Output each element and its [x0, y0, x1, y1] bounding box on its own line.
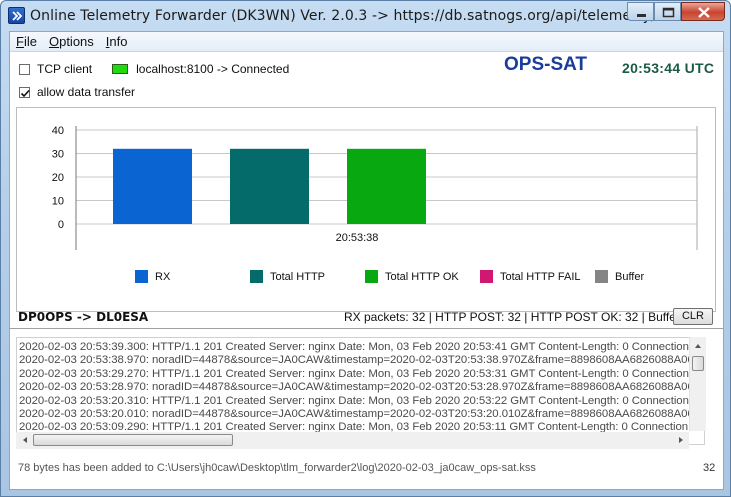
legend-item: Total HTTP OK: [365, 270, 459, 283]
utc-clock: 20:53:44 UTC: [622, 60, 715, 76]
y-tick-label: 30: [52, 149, 64, 161]
allow-transfer-row: allow data transfer: [19, 85, 135, 99]
title-bar[interactable]: Online Telemetry Forwarder (DK3WN) Ver. …: [1, 1, 731, 31]
scroll-right-icon[interactable]: [676, 435, 686, 445]
menu-info-rest: nfo: [109, 34, 128, 49]
legend-item: Total HTTP FAIL: [480, 270, 581, 283]
legend-label: RX: [155, 270, 171, 283]
allow-transfer-label: allow data transfer: [37, 85, 136, 99]
client-area: File Options Info TCP client localhost:8…: [9, 31, 724, 490]
satellite-name: OPS-SAT: [504, 54, 588, 75]
log-horizontal-scrollbar[interactable]: [16, 432, 689, 449]
app-window: Online Telemetry Forwarder (DK3WN) Ver. …: [0, 0, 731, 497]
log-vertical-scroll-thumb[interactable]: [692, 356, 704, 371]
legend-label: Buffer: [615, 270, 645, 283]
log-line: 2020-02-03 20:53:38.970: noradID=44878&s…: [19, 354, 705, 367]
tcp-client-checkbox[interactable]: [19, 63, 30, 75]
divider: [10, 328, 723, 329]
allow-transfer-checkbox[interactable]: [19, 86, 30, 98]
menu-options-rest: ptions: [59, 34, 94, 49]
connection-status-indicator: [112, 64, 129, 74]
y-tick-label: 0: [58, 219, 64, 231]
menu-options-accel: O: [48, 34, 60, 49]
y-tick-label: 20: [52, 172, 64, 184]
legend-swatch: [365, 270, 378, 283]
legend-swatch: [595, 270, 608, 283]
maximize-button[interactable]: [654, 2, 681, 21]
menu-bar: File Options Info: [10, 32, 723, 52]
log-horizontal-scroll-thumb[interactable]: [33, 434, 233, 446]
legend-label: Total HTTP FAIL: [500, 270, 581, 283]
log-view[interactable]: 2020-02-03 20:53:39.300: HTTP/1.1 201 Cr…: [16, 337, 705, 445]
menu-file-rest: ile: [23, 34, 37, 49]
packet-stats: RX packets: 32 | HTTP POST: 32 | HTTP PO…: [344, 310, 694, 324]
chart-legend: RX Total HTTP Total HTTP OK Total HTTP FAIL…: [135, 270, 695, 286]
clear-button[interactable]: CLR: [673, 308, 713, 325]
log-line: 2020-02-03 20:53:28.970: noradID=44878&s…: [19, 381, 705, 394]
packet-bar-chart: 0 10 20 30 40 20:53:38: [52, 125, 698, 250]
legend-swatch: [250, 270, 263, 283]
minimize-button[interactable]: [627, 2, 654, 21]
close-button[interactable]: [681, 2, 725, 21]
legend-label: Total HTTP: [270, 270, 326, 283]
route-label: DP0OPS -> DL0ESA: [18, 310, 149, 324]
log-line: 2020-02-03 20:53:39.300: HTTP/1.1 201 Cr…: [19, 341, 705, 353]
menu-file[interactable]: File: [14, 34, 43, 49]
bar-total-http-ok: [347, 148, 426, 224]
log-line: 2020-02-03 20:53:20.310: HTTP/1.1 201 Cr…: [19, 394, 705, 407]
log-vertical-scrollbar[interactable]: [689, 337, 706, 431]
scroll-up-icon[interactable]: [693, 341, 703, 351]
log-line: 2020-02-03 20:53:29.270: HTTP/1.1 201 Cr…: [19, 367, 705, 380]
y-tick-label: 10: [52, 196, 64, 208]
checkmark-icon: [20, 89, 30, 97]
window-controls: [627, 2, 725, 22]
status-message: 78 bytes has been added to C:\Users\jh0c…: [18, 462, 536, 474]
legend-item: Total HTTP: [250, 270, 325, 283]
menu-file-accel: F: [16, 34, 24, 49]
bar-total-http: [230, 148, 309, 224]
menu-info[interactable]: Info: [104, 34, 134, 49]
window-title: Online Telemetry Forwarder (DK3WN) Ver. …: [30, 8, 656, 24]
tcp-client-row: TCP client localhost:8100 -> Connected: [19, 62, 289, 76]
scroll-left-icon[interactable]: [20, 435, 30, 445]
tcp-client-label: TCP client: [37, 62, 93, 76]
legend-item: Buffer: [595, 270, 644, 283]
bar-rx: [113, 148, 192, 224]
app-icon[interactable]: [8, 7, 25, 24]
status-count: 32: [703, 462, 716, 474]
menu-options[interactable]: Options: [47, 34, 100, 49]
legend-label: Total HTTP OK: [385, 270, 459, 283]
legend-swatch: [135, 270, 148, 283]
log-line: 2020-02-03 20:53:20.010: noradID=44878&s…: [19, 408, 705, 420]
legend-item: RX: [135, 270, 170, 283]
connection-status-text: localhost:8100 -> Connected: [136, 62, 290, 76]
legend-swatch: [480, 270, 493, 283]
y-tick-label: 40: [52, 125, 64, 137]
x-category-label: 20:53:38: [336, 232, 379, 244]
packet-chart-panel: 0 10 20 30 40 20:53:38 RX Total HTTP Total HTTP…: [16, 107, 716, 312]
